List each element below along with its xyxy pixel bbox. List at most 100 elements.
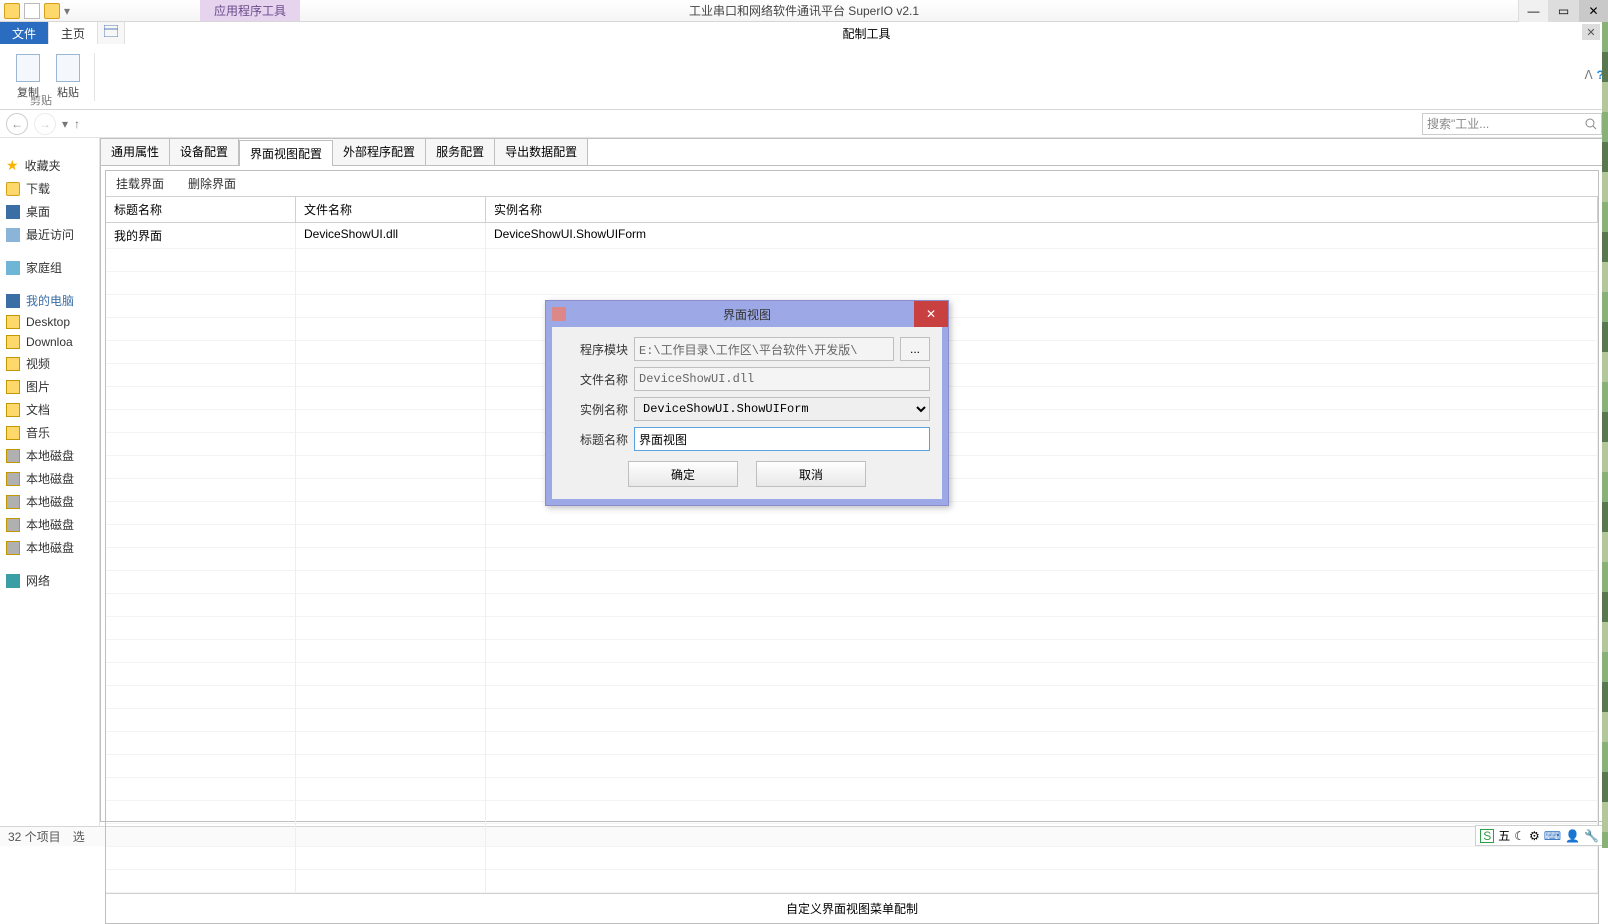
config-tab[interactable]: 通用属性 (101, 139, 170, 165)
config-tab[interactable]: 界面视图配置 (239, 140, 333, 166)
config-tab[interactable]: 设备配置 (170, 139, 239, 165)
config-tab[interactable]: 服务配置 (426, 139, 495, 165)
status-selected: 选 (73, 828, 85, 845)
search-input[interactable]: 搜索"工业... (1422, 113, 1602, 135)
nav-drive-item[interactable]: 视频 (4, 352, 95, 375)
col-title[interactable]: 标题名称 (106, 197, 296, 222)
nav-drive-item[interactable]: Desktop (4, 312, 95, 332)
computer-icon (6, 294, 20, 308)
dialog-body: 程序模块 ... 文件名称 实例名称 DeviceShowUI.ShowUIFo… (546, 327, 948, 505)
ime-settings-icon[interactable]: ⚙ (1529, 829, 1540, 843)
config-footer: 自定义界面视图菜单配制 (106, 893, 1598, 923)
view-icon (104, 25, 118, 37)
nav-drive-item[interactable]: 本地磁盘 (4, 467, 95, 490)
minimize-button[interactable]: — (1518, 0, 1548, 22)
paste-label: 粘贴 (57, 84, 79, 100)
input-caption[interactable] (634, 427, 930, 451)
ime-keyboard-icon[interactable]: ⌨ (1544, 829, 1561, 843)
table-row[interactable]: 我的界面DeviceShowUI.dllDeviceShowUI.ShowUIF… (106, 223, 1598, 249)
ime-toolbar[interactable]: S 五 ☾ ⚙ ⌨ 👤 🔧 (1475, 825, 1604, 846)
close-button[interactable]: ✕ (1578, 0, 1608, 22)
drive-icon (6, 315, 20, 329)
nav-label: 音乐 (26, 424, 50, 441)
input-file[interactable] (634, 367, 930, 391)
nav-up-icon[interactable]: ↑ (74, 117, 80, 131)
nav-drive-item[interactable]: Downloa (4, 332, 95, 352)
drive-icon (6, 403, 20, 417)
table-row-empty (106, 594, 1598, 617)
titlebar: ▾ 应用程序工具 工业串口和网络软件通讯平台 SuperIO v2.1 — ▭ … (0, 0, 1608, 22)
drive-icon (6, 380, 20, 394)
table-row-empty (106, 272, 1598, 295)
nav-recent[interactable]: 最近访问 (4, 223, 95, 246)
nav-forward-button[interactable]: → (34, 113, 56, 135)
paste-button[interactable]: 粘贴 (48, 54, 88, 100)
table-row-empty (106, 640, 1598, 663)
inner-close-button[interactable]: ✕ (1582, 24, 1600, 40)
select-instance[interactable]: DeviceShowUI.ShowUIForm (634, 397, 930, 421)
ime-mode[interactable]: 五 (1498, 827, 1510, 844)
nav-drive-item[interactable]: 音乐 (4, 421, 95, 444)
table-row-empty (106, 709, 1598, 732)
nav-dropdown-icon[interactable]: ▾ (62, 117, 68, 131)
ribbon-tab-home[interactable]: 主页 (49, 22, 98, 44)
table-row-empty (106, 824, 1598, 847)
maximize-button[interactable]: ▭ (1548, 0, 1578, 22)
browse-button[interactable]: ... (900, 337, 930, 361)
dialog-close-button[interactable]: ✕ (914, 301, 948, 327)
status-item-count: 32 个项目 (8, 828, 61, 845)
ribbon-tab-file[interactable]: 文件 (0, 22, 49, 44)
window-title: 工业串口和网络软件通讯平台 SuperIO v2.1 (689, 2, 919, 19)
nav-network[interactable]: 网络 (4, 569, 95, 592)
ok-button[interactable]: 确定 (628, 461, 738, 487)
nav-drive-item[interactable]: 文档 (4, 398, 95, 421)
cell-instance: DeviceShowUI.ShowUIForm (486, 223, 1598, 249)
ribbon-collapse-icon[interactable]: ᐱ (1584, 68, 1592, 82)
config-tab[interactable]: 导出数据配置 (495, 139, 588, 165)
nav-drive-item[interactable]: 图片 (4, 375, 95, 398)
dialog-interface-view: 界面视图 ✕ 程序模块 ... 文件名称 实例名称 DeviceShowUI.S… (545, 300, 949, 506)
qat-item-icon[interactable] (44, 3, 60, 19)
ribbon-body: 复制 粘贴 剪贴 ᐱ ? (0, 44, 1608, 110)
input-module[interactable] (634, 337, 894, 361)
nav-downloads[interactable]: 下载 (4, 177, 95, 200)
config-tab[interactable]: 外部程序配置 (333, 139, 426, 165)
nav-label: 图片 (26, 378, 50, 395)
nav-homegroup[interactable]: 家庭组 (4, 256, 95, 279)
cancel-button[interactable]: 取消 (756, 461, 866, 487)
nav-label: 视频 (26, 355, 50, 372)
ribbon-separator (94, 53, 95, 101)
nav-drive-item[interactable]: 本地磁盘 (4, 513, 95, 536)
nav-computer[interactable]: 我的电脑 (4, 289, 95, 312)
nav-label: 收藏夹 (25, 157, 61, 174)
label-module: 程序模块 (564, 341, 628, 358)
nav-drive-item[interactable]: 本地磁盘 (4, 444, 95, 467)
table-row-empty (106, 525, 1598, 548)
nav-favorites[interactable]: ★ 收藏夹 (4, 154, 95, 177)
qat-dropdown-icon[interactable]: ▾ (64, 4, 70, 18)
ribbon-tab-view-icon[interactable] (98, 22, 125, 44)
table-row-empty (106, 249, 1598, 272)
contextual-tab-app-tools[interactable]: 应用程序工具 (200, 0, 300, 21)
config-body: 挂载界面 删除界面 标题名称 文件名称 实例名称 我的界面DeviceShowU… (105, 170, 1599, 924)
col-file[interactable]: 文件名称 (296, 197, 486, 222)
nav-drive-item[interactable]: 本地磁盘 (4, 490, 95, 513)
dialog-icon (552, 307, 566, 321)
nav-label: 最近访问 (26, 226, 74, 243)
nav-desktop[interactable]: 桌面 (4, 200, 95, 223)
table-row-empty (106, 663, 1598, 686)
subtab-delete[interactable]: 删除界面 (188, 175, 236, 192)
qat-item-icon[interactable] (24, 3, 40, 19)
ime-moon-icon[interactable]: ☾ (1514, 829, 1525, 843)
cell-file: DeviceShowUI.dll (296, 223, 486, 249)
ime-wrench-icon[interactable]: 🔧 (1584, 829, 1599, 843)
nav-label: 文档 (26, 401, 50, 418)
dialog-titlebar[interactable]: 界面视图 ✕ (546, 301, 948, 327)
col-instance[interactable]: 实例名称 (486, 197, 1598, 222)
ime-user-icon[interactable]: 👤 (1565, 829, 1580, 843)
paste-icon (56, 54, 80, 82)
nav-drive-item[interactable]: 本地磁盘 (4, 536, 95, 559)
table-row-empty (106, 778, 1598, 801)
subtab-mount[interactable]: 挂载界面 (116, 175, 164, 192)
nav-back-button[interactable]: ← (6, 113, 28, 135)
